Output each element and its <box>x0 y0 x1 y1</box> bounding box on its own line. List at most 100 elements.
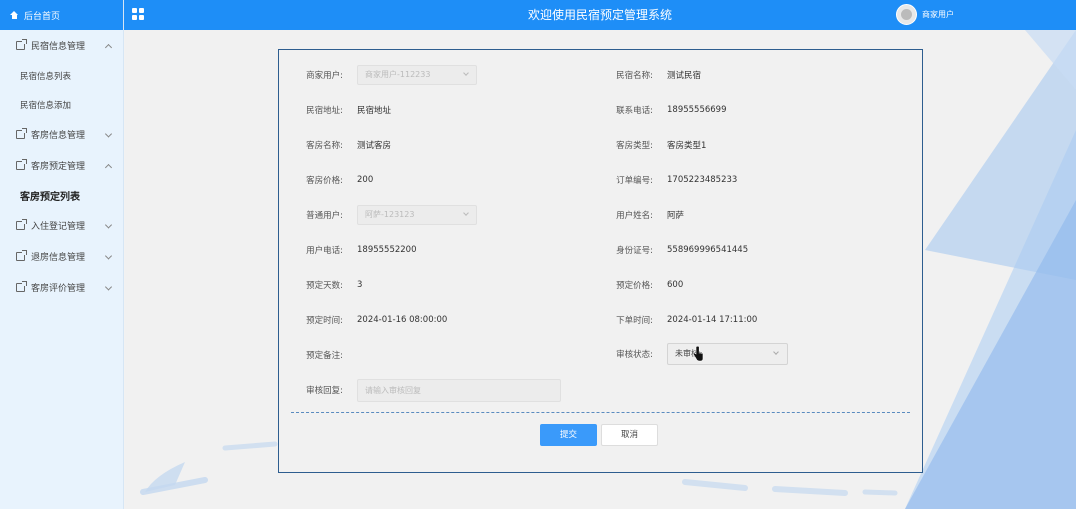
merchant-select: 商家用户-112233 <box>357 65 477 85</box>
chevron-down-icon <box>104 282 113 291</box>
edit-icon <box>16 159 27 170</box>
user-value: 阿萨-123123 <box>365 210 415 219</box>
order-no-label: 订单编号: <box>616 176 653 186</box>
sidebar-group-label: 客房信息管理 <box>31 131 86 141</box>
sidebar-item-booking-list[interactable]: 客房预定列表 <box>0 181 123 210</box>
sidebar-group-label: 民宿信息管理 <box>31 42 86 52</box>
homestay-name-value: 测试民宿 <box>667 71 702 81</box>
edit-icon <box>16 128 27 139</box>
cancel-button[interactable]: 取消 <box>601 424 658 446</box>
booking-form: 商家用户: 商家用户-112233 民宿名称: 测试民宿 民宿地址: 民宿地址 … <box>278 49 923 473</box>
sidebar-group-label: 入住登记管理 <box>31 222 86 232</box>
review-reply-label: 审核回复: <box>306 386 343 396</box>
order-no-row: 订单编号: 1705223485233 <box>595 170 737 190</box>
phone-label: 联系电话: <box>616 106 653 116</box>
address-value: 民宿地址 <box>357 106 392 116</box>
edit-icon <box>16 250 27 261</box>
user-name-row: 用户姓名: 阿萨 <box>595 205 684 225</box>
days-row: 预定天数: 3 <box>285 275 362 295</box>
homestay-name-label: 民宿名称: <box>616 71 653 81</box>
id-card-row: 身份证号: 558969996541445 <box>595 240 748 260</box>
sidebar-group-label: 客房预定管理 <box>31 162 86 172</box>
sidebar-item-homestay-list[interactable]: 民宿信息列表 <box>0 61 123 90</box>
order-no-value: 1705223485233 <box>667 175 738 185</box>
merchant-label: 商家用户: <box>306 71 343 81</box>
sidebar-group-room[interactable]: 客房信息管理 <box>0 119 123 150</box>
id-card-label: 身份证号: <box>616 246 653 256</box>
chevron-down-icon <box>104 251 113 260</box>
sidebar-group-label: 客房评价管理 <box>31 284 86 294</box>
room-price-row: 客房价格: 200 <box>285 170 373 190</box>
room-type-label: 客房类型: <box>616 141 653 151</box>
room-price-label: 客房价格: <box>306 176 343 186</box>
sidebar: 后台首页 民宿信息管理 民宿信息列表 民宿信息添加 客房信息管理 客房预定管理 … <box>0 0 124 509</box>
top-header: 欢迎使用民宿预定管理系统 商家用户 <box>124 0 1076 30</box>
room-price-value: 200 <box>357 175 374 185</box>
chevron-down-icon <box>463 210 469 216</box>
chevron-up-icon <box>104 43 113 51</box>
sidebar-group-label: 退房信息管理 <box>31 253 86 263</box>
homestay-name-row: 民宿名称: 测试民宿 <box>595 65 701 85</box>
merchant-value: 商家用户-112233 <box>365 70 431 79</box>
phone-value: 18955556699 <box>667 105 727 115</box>
chevron-up-icon <box>104 163 113 171</box>
book-time-row: 预定时间: 2024-01-16 08:00:00 <box>285 310 447 330</box>
address-label: 民宿地址: <box>306 106 343 116</box>
book-time-value: 2024-01-16 08:00:00 <box>357 315 448 325</box>
chevron-down-icon <box>463 70 469 76</box>
order-time-row: 下单时间: 2024-01-14 17:11:00 <box>595 310 757 330</box>
avatar[interactable] <box>896 4 917 25</box>
total-price-value: 600 <box>667 280 684 290</box>
user-label: 普通用户: <box>306 211 343 221</box>
form-divider <box>291 412 910 413</box>
remark-label: 预定备注: <box>306 351 343 361</box>
sidebar-group-review[interactable]: 客房评价管理 <box>0 272 123 303</box>
user-phone-row: 用户电话: 18955552200 <box>285 240 417 260</box>
days-value: 3 <box>357 280 363 290</box>
chevron-down-icon <box>773 349 779 355</box>
room-name-label: 客房名称: <box>306 141 343 151</box>
sidebar-item-homestay-add[interactable]: 民宿信息添加 <box>0 90 123 119</box>
edit-icon <box>16 39 27 50</box>
user-row: 普通用户: 阿萨-123123 <box>285 205 477 225</box>
user-phone-value: 18955552200 <box>357 245 417 255</box>
order-time-value: 2024-01-14 17:11:00 <box>667 315 758 325</box>
review-status-select[interactable]: 未审核 <box>667 343 788 365</box>
chevron-down-icon <box>104 129 113 138</box>
phone-row: 联系电话: 18955556699 <box>595 100 727 120</box>
review-reply-input[interactable]: 请输入审核回复 <box>357 378 561 402</box>
sidebar-home-label: 后台首页 <box>24 11 61 22</box>
merchant-row: 商家用户: 商家用户-112233 <box>285 65 477 85</box>
sidebar-home[interactable]: 后台首页 <box>0 0 123 30</box>
remark-row: 预定备注: <box>285 345 347 365</box>
total-price-row: 预定价格: 600 <box>595 275 683 295</box>
room-name-value: 测试客房 <box>357 141 392 151</box>
chevron-down-icon <box>104 220 113 229</box>
order-time-label: 下单时间: <box>616 316 653 326</box>
address-row: 民宿地址: 民宿地址 <box>285 100 391 120</box>
main-content: 商家用户: 商家用户-112233 民宿名称: 测试民宿 民宿地址: 民宿地址 … <box>125 30 1076 509</box>
user-name-value: 阿萨 <box>667 211 685 221</box>
room-type-value: 客房类型1 <box>667 141 707 151</box>
sidebar-group-checkout[interactable]: 退房信息管理 <box>0 241 123 272</box>
review-status-label: 审核状态: <box>616 350 653 360</box>
book-time-label: 预定时间: <box>306 316 343 326</box>
sidebar-group-booking[interactable]: 客房预定管理 <box>0 150 123 181</box>
total-price-label: 预定价格: <box>616 281 653 291</box>
hand-cursor-icon <box>692 346 704 362</box>
sidebar-group-checkin[interactable]: 入住登记管理 <box>0 210 123 241</box>
sidebar-group-homestay[interactable]: 民宿信息管理 <box>0 30 123 61</box>
edit-icon <box>16 219 27 230</box>
user-name[interactable]: 商家用户 <box>922 0 954 30</box>
user-phone-label: 用户电话: <box>306 246 343 256</box>
room-name-row: 客房名称: 测试客房 <box>285 135 391 155</box>
room-type-row: 客房类型: 客房类型1 <box>595 135 706 155</box>
user-select: 阿萨-123123 <box>357 205 477 225</box>
days-label: 预定天数: <box>306 281 343 291</box>
user-name-label: 用户姓名: <box>616 211 653 221</box>
submit-button[interactable]: 提交 <box>540 424 597 446</box>
review-reply-row: 审核回复: 请输入审核回复 <box>285 378 561 402</box>
id-card-value: 558969996541445 <box>667 245 749 255</box>
edit-icon <box>16 281 27 292</box>
home-icon <box>10 11 19 19</box>
